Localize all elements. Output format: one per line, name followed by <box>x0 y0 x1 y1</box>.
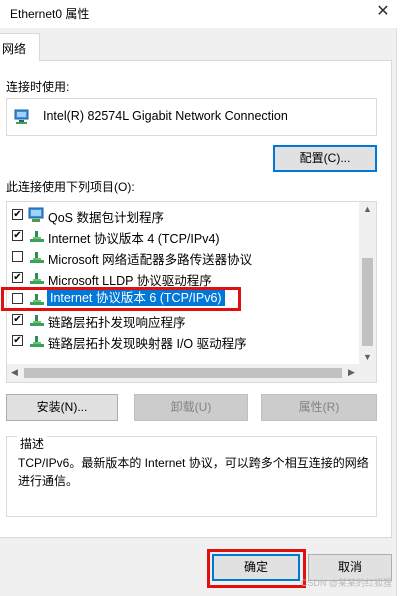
list-item-label: 链路层拓扑发现响应程序 <box>48 316 186 330</box>
list-item-label: Microsoft LLDP 协议驱动程序 <box>48 274 212 288</box>
window-title: Ethernet0 属性 <box>10 7 90 21</box>
title-bar: Ethernet0 属性 ✕ <box>0 0 402 26</box>
horizontal-scrollbar[interactable]: ◀ ▶ <box>7 364 376 382</box>
list-item-label: Internet 协议版本 6 (TCP/IPv6) <box>47 290 225 306</box>
protocol-icon <box>30 231 44 242</box>
network-adapter-icon <box>14 109 29 124</box>
protocol-icon <box>30 252 44 263</box>
vertical-scroll-thumb[interactable] <box>362 258 373 346</box>
properties-button[interactable]: 属性(R) <box>261 394 377 421</box>
tab-network[interactable]: 网络 <box>0 33 40 61</box>
list-item-label: 链路层拓扑发现映射器 I/O 驱动程序 <box>48 337 247 351</box>
protocol-icon <box>30 315 44 326</box>
description-text: TCP/IPv6。最新版本的 Internet 协议，可以跨多个相互连接的网络进… <box>18 456 369 488</box>
list-item[interactable]: Internet 协议版本 6 (TCP/IPv6) <box>7 288 367 309</box>
items-label: 此连接使用下列项目(O): <box>6 180 135 194</box>
close-button[interactable]: ✕ <box>372 1 394 23</box>
list-item[interactable]: ✔ Internet 协议版本 4 (TCP/IPv4) <box>7 225 367 246</box>
description-group: 描述 TCP/IPv6。最新版本的 Internet 协议，可以跨多个相互连接的… <box>6 435 377 517</box>
scroll-up-icon[interactable]: ▲ <box>363 204 372 214</box>
checkbox[interactable] <box>12 251 23 262</box>
protocol-icon <box>30 273 44 284</box>
list-item-label: Internet 协议版本 4 (TCP/IPv4) <box>48 232 220 246</box>
window-edge <box>396 28 402 596</box>
checkbox[interactable]: ✔ <box>12 230 23 241</box>
protocol-icon <box>30 294 44 305</box>
adapter-box: Intel(R) 82574L Gigabit Network Connecti… <box>6 98 377 136</box>
connect-using-label: 连接时使用: <box>6 80 70 94</box>
description-legend: 描述 <box>17 435 48 452</box>
checkbox[interactable]: ✔ <box>12 335 23 346</box>
list-item[interactable]: ✔ 链路层拓扑发现映射器 I/O 驱动程序 <box>7 330 367 351</box>
list-item[interactable]: ✔ 链路层拓扑发现响应程序 <box>7 309 367 330</box>
component-list[interactable]: ✔ QoS 数据包计划程序 ✔ Internet 协议版本 4 (TCP/IPv4) M… <box>6 201 377 383</box>
qos-icon <box>28 207 44 222</box>
checkbox[interactable]: ✔ <box>12 209 23 220</box>
protocol-icon <box>30 336 44 347</box>
list-item[interactable]: ✔ QoS 数据包计划程序 <box>7 204 367 225</box>
list-item-label: Microsoft 网络适配器多路传送器协议 <box>48 253 253 267</box>
adapter-name: Intel(R) 82574L Gigabit Network Connecti… <box>43 109 288 123</box>
checkbox[interactable]: ✔ <box>12 272 23 283</box>
checkbox[interactable] <box>12 293 23 304</box>
scroll-down-icon[interactable]: ▼ <box>363 352 372 362</box>
list-item[interactable]: ✔ Microsoft LLDP 协议驱动程序 <box>7 267 367 288</box>
install-button[interactable]: 安装(N)... <box>6 394 118 421</box>
vertical-scrollbar[interactable]: ▲ ▼ <box>359 202 376 364</box>
list-item-label: QoS 数据包计划程序 <box>48 211 164 225</box>
scroll-left-icon[interactable]: ◀ <box>11 367 18 378</box>
uninstall-button[interactable]: 卸载(U) <box>134 394 248 421</box>
list-item[interactable]: Microsoft 网络适配器多路传送器协议 <box>7 246 367 267</box>
ok-button[interactable]: 确定 <box>212 554 300 581</box>
scroll-right-icon[interactable]: ▶ <box>348 367 355 378</box>
configure-button[interactable]: 配置(C)... <box>273 145 377 172</box>
watermark: CSDN @某某的红狐狸 <box>300 578 392 588</box>
checkbox[interactable]: ✔ <box>12 314 23 325</box>
horizontal-scroll-thumb[interactable] <box>24 368 342 378</box>
